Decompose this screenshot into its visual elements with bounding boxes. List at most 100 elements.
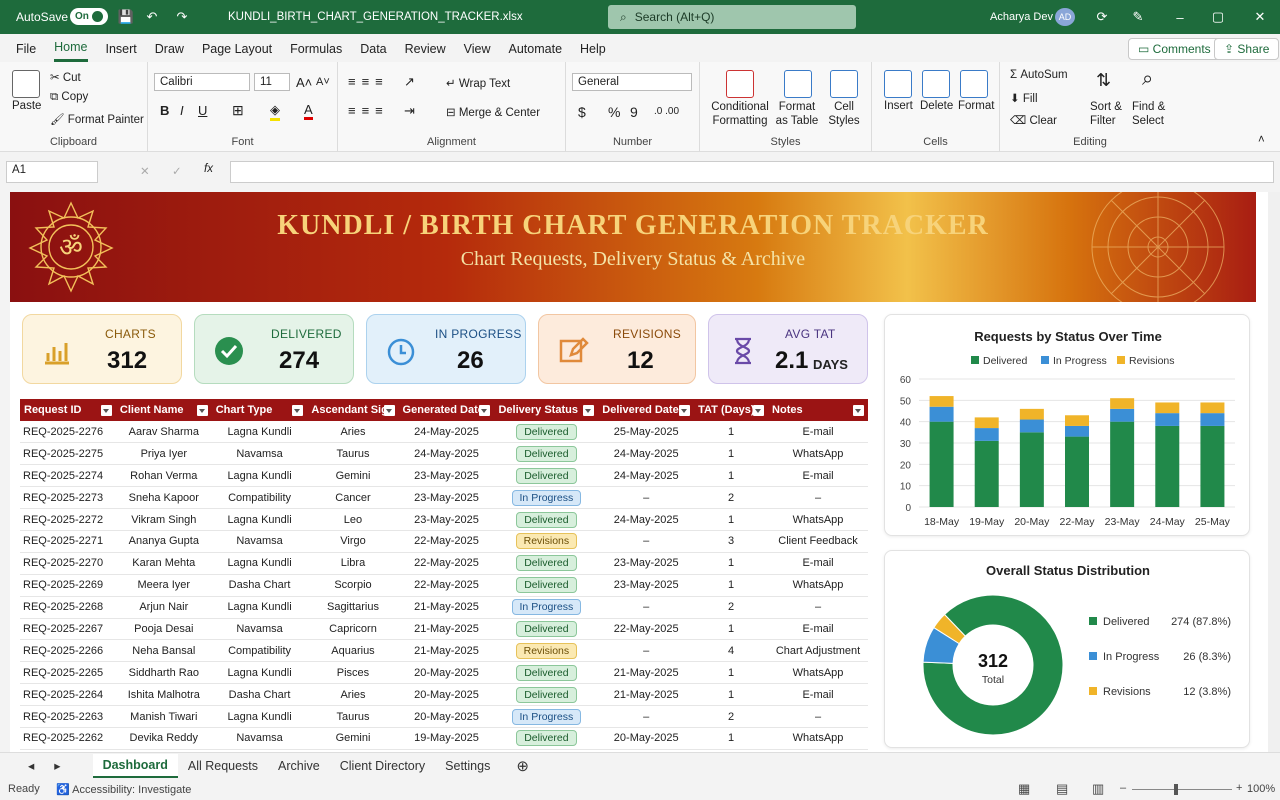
table-cell[interactable]: 22-May-2025 <box>398 574 495 597</box>
table-cell[interactable]: E-mail <box>768 552 868 575</box>
zoom-level[interactable]: 100% <box>1247 783 1275 795</box>
table-row[interactable]: REQ-2025-2268 Arjun Nair Lagna Kundli Sagit… <box>20 596 868 619</box>
table-cell[interactable]: 21-May-2025 <box>598 661 695 685</box>
table-cell[interactable]: Navamsa <box>211 618 308 641</box>
table-cell[interactable]: Libra <box>307 552 399 575</box>
table-cell[interactable]: 23-May-2025 <box>398 486 495 510</box>
menu-formulas[interactable]: Formulas <box>290 36 342 61</box>
menu-insert[interactable]: Insert <box>106 36 137 61</box>
table-cell[interactable]: Arjun Nair <box>115 596 212 619</box>
font-family-select[interactable]: Calibri <box>154 73 250 91</box>
table-cell[interactable]: 21-May-2025 <box>398 596 495 619</box>
table-cell[interactable]: Aries <box>307 683 399 707</box>
conditional-formatting-icon[interactable] <box>726 70 754 98</box>
table-cell[interactable]: 19-May-2025 <box>398 727 495 750</box>
share-button[interactable]: ⇪ Share <box>1214 38 1280 60</box>
table-cell[interactable]: – <box>768 705 868 728</box>
table-cell[interactable]: Scorpio <box>307 574 399 597</box>
table-cell[interactable]: Ishita Malhotra <box>115 683 212 707</box>
table-cell[interactable]: Taurus <box>307 705 399 728</box>
wrap-text-button[interactable]: ↵ Wrap Text <box>446 76 510 90</box>
save-icon[interactable]: 💾 <box>118 9 134 24</box>
table-cell[interactable]: Meera Iyer <box>115 574 212 597</box>
menu-help[interactable]: Help <box>580 36 606 61</box>
table-cell[interactable]: Delivered <box>494 574 599 597</box>
table-cell[interactable]: 20-May-2025 <box>398 705 495 728</box>
avatar[interactable]: AD <box>1055 8 1075 26</box>
table-cell[interactable]: Sagittarius <box>307 596 399 619</box>
table-cell[interactable]: Revisions <box>494 639 599 663</box>
table-cell[interactable]: 24-May-2025 <box>598 508 695 531</box>
table-cell[interactable]: Gemini <box>307 727 399 750</box>
add-sheet-icon[interactable]: ⊕ <box>506 753 539 779</box>
search-box[interactable]: ⌕ Search (Alt+Q) <box>608 5 856 29</box>
table-cell[interactable]: Dasha Chart <box>211 574 308 597</box>
tab-archive[interactable]: Archive <box>268 755 330 777</box>
table-cell[interactable]: Lagna Kundli <box>211 661 308 685</box>
cut-button[interactable]: ✂ Cut <box>50 70 81 84</box>
filter-dropdown-icon[interactable] <box>100 405 112 416</box>
insert-cells-button[interactable]: Insert <box>884 100 913 112</box>
table-cell[interactable]: WhatsApp <box>768 508 868 531</box>
table-cell[interactable]: Navamsa <box>211 442 308 466</box>
copy-button[interactable]: ⧉ Copy <box>50 91 88 104</box>
name-box[interactable]: A1 <box>6 161 98 183</box>
table-cell[interactable]: Cancer <box>307 486 399 510</box>
currency-icon[interactable]: $ <box>578 104 586 120</box>
font-color-icon[interactable]: A <box>304 102 313 120</box>
table-cell[interactable]: 23-May-2025 <box>598 552 695 575</box>
menu-data[interactable]: Data <box>360 36 386 61</box>
table-row[interactable]: REQ-2025-2274 Rohan Verma Lagna Kundli Gemi… <box>20 464 868 488</box>
table-cell[interactable]: Neha Bansal <box>115 639 212 663</box>
table-row[interactable]: REQ-2025-2263 Manish Tiwari Lagna Kundli Ta… <box>20 705 868 728</box>
table-row[interactable]: REQ-2025-2275 Priya Iyer Navamsa Taurus 24-M… <box>20 442 868 466</box>
menu-automate[interactable]: Automate <box>509 36 563 61</box>
cell-styles-icon[interactable] <box>830 70 858 98</box>
table-cell[interactable]: 3 <box>694 530 769 553</box>
table-cell[interactable]: Delivered <box>494 661 599 685</box>
table-cell[interactable]: Lagna Kundli <box>211 421 308 444</box>
paste-icon[interactable] <box>12 70 40 98</box>
table-cell[interactable]: Delivered <box>494 727 599 750</box>
table-row[interactable]: REQ-2025-2269 Meera Iyer Dasha Chart Scorpi… <box>20 574 868 597</box>
prev-sheet-icon[interactable]: ◂ <box>18 754 44 777</box>
filter-dropdown-icon[interactable] <box>753 405 765 416</box>
table-cell[interactable]: E-mail <box>768 683 868 707</box>
table-cell[interactable]: Taurus <box>307 442 399 466</box>
table-cell[interactable]: 22-May-2025 <box>398 552 495 575</box>
table-cell[interactable]: REQ-2025-2265 <box>20 661 116 685</box>
format-cells-icon[interactable] <box>960 70 988 98</box>
tab-client-directory[interactable]: Client Directory <box>330 755 435 777</box>
table-cell[interactable]: REQ-2025-2269 <box>20 574 116 597</box>
maximize-icon[interactable]: ▢ <box>1210 9 1226 24</box>
percent-icon[interactable]: % <box>608 104 620 120</box>
table-cell[interactable]: Client Feedback <box>768 530 868 553</box>
zoom-out-icon[interactable]: – <box>1120 782 1126 794</box>
undo-icon[interactable]: ↶ <box>144 9 160 24</box>
table-cell[interactable]: REQ-2025-2262 <box>20 727 116 750</box>
format-painter-button[interactable]: 🖌 Format Painter <box>50 112 144 126</box>
table-row[interactable]: REQ-2025-2265 Siddharth Rao Lagna Kundli Pi… <box>20 661 868 685</box>
table-cell[interactable]: – <box>768 486 868 510</box>
table-cell[interactable]: WhatsApp <box>768 574 868 597</box>
table-cell[interactable]: 1 <box>694 727 769 750</box>
italic-icon[interactable]: I <box>180 103 184 118</box>
table-cell[interactable]: 4 <box>694 639 769 663</box>
table-cell[interactable]: Compatibility <box>211 486 308 510</box>
sort-filter-icon[interactable]: ⇅ <box>1096 70 1111 91</box>
table-cell[interactable]: Lagna Kundli <box>211 705 308 728</box>
table-cell[interactable]: Gemini <box>307 464 399 488</box>
table-cell[interactable]: E-mail <box>768 421 868 444</box>
table-cell[interactable]: Delivered <box>494 442 599 466</box>
table-cell[interactable]: 21-May-2025 <box>598 683 695 707</box>
function-icon[interactable]: fx <box>204 163 213 175</box>
filter-dropdown-icon[interactable] <box>383 405 395 416</box>
table-cell[interactable]: REQ-2025-2276 <box>20 421 116 444</box>
table-cell[interactable]: 20-May-2025 <box>598 727 695 750</box>
bold-icon[interactable]: B <box>160 103 169 118</box>
menu-review[interactable]: Review <box>405 36 446 61</box>
table-row[interactable]: REQ-2025-2267 Pooja Desai Navamsa Capricorn… <box>20 618 868 641</box>
table-cell[interactable]: Lagna Kundli <box>211 464 308 488</box>
table-cell[interactable]: 1 <box>694 421 769 444</box>
clear-button[interactable]: ⌫ Clear <box>1010 113 1057 127</box>
